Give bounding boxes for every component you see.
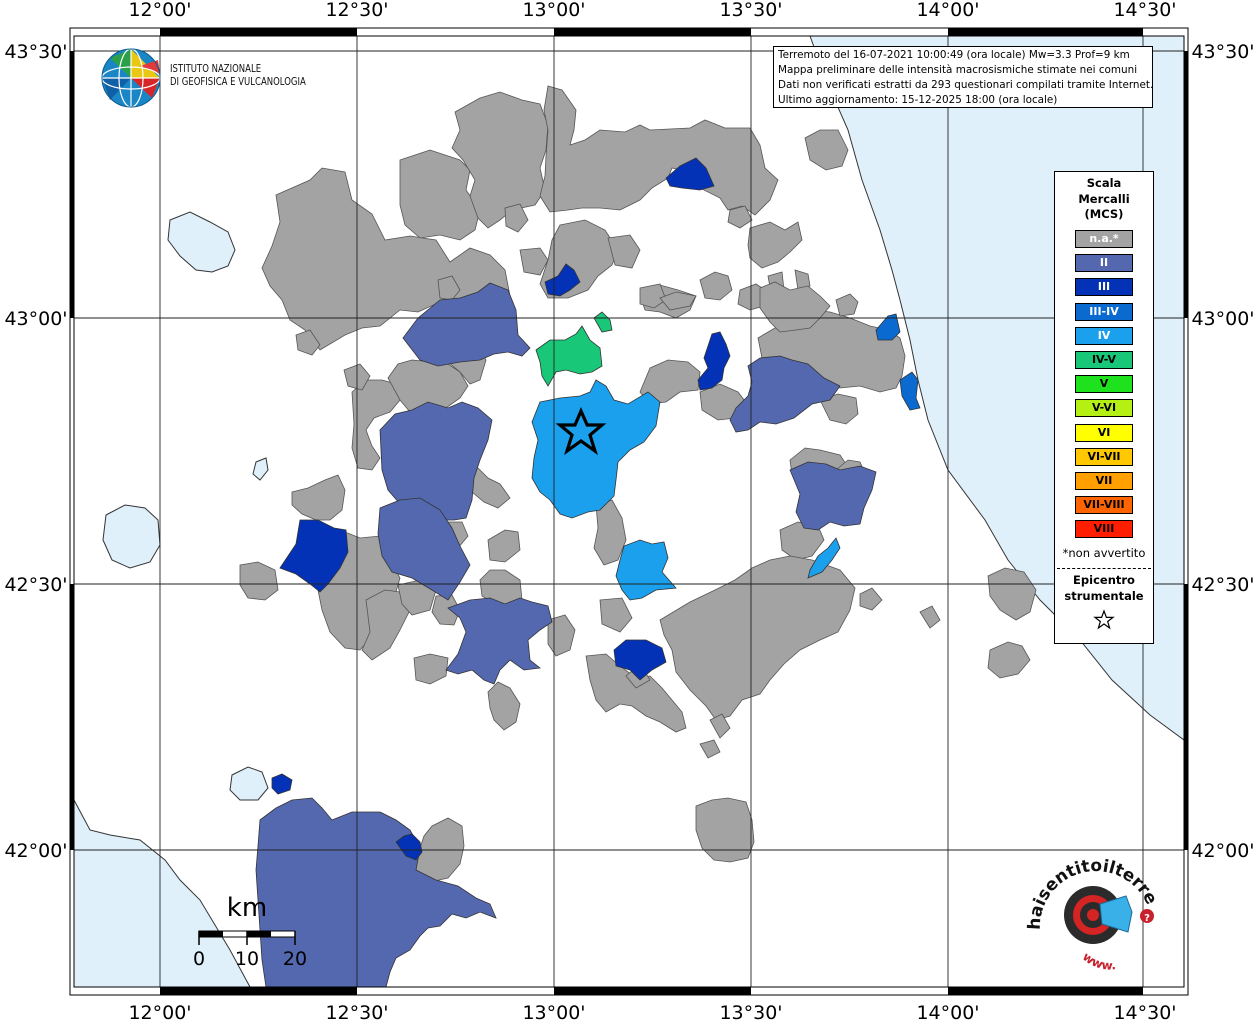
lat-label-left-3: 42°30' (4, 574, 67, 596)
lon-label-bottom-4: 13°30' (719, 1002, 782, 1024)
lat-label-left-1: 43°30' (4, 41, 67, 63)
ingv-globe-icon (101, 48, 161, 108)
legend-swatch: II (1075, 254, 1133, 273)
legend-separator (1057, 568, 1151, 569)
lon-label-top-1: 12°00' (128, 0, 191, 21)
event-info-line-3: Dati non verificati estratti da 293 ques… (778, 79, 1154, 91)
svg-text:?: ? (1144, 913, 1150, 924)
lon-label-top-6: 14°30' (1113, 0, 1176, 21)
legend-title-3: (MCS) (1084, 207, 1124, 221)
legend-swatch: VI-VII (1075, 447, 1133, 466)
legend-swatch: III (1075, 278, 1133, 297)
scale-tick-0: 0 (193, 948, 205, 970)
legend-title: Scala Mercalli (MCS) (1055, 176, 1153, 223)
ingv-line-2: DI GEOFISICA E VULCANOLOGIA (170, 76, 306, 88)
legend-swatch: VII (1075, 472, 1133, 490)
legend-title-1: Scala (1086, 176, 1122, 190)
legend-swatch: VII-VIII (1075, 496, 1133, 515)
legend-epicenter-line-2: strumentale (1064, 589, 1144, 603)
lon-label-bottom-2: 12°30' (325, 1002, 388, 1024)
lake-bolsena (102, 504, 161, 569)
event-info-line-2: Mappa preliminare delle intensità macros… (778, 64, 1138, 76)
lon-label-bottom-6: 14°30' (1113, 1002, 1176, 1024)
legend-epicenter: Epicentro strumentale (1055, 572, 1153, 604)
lat-label-left-4: 42°00' (4, 840, 67, 862)
lon-label-top-3: 13°00' (522, 0, 585, 21)
legend-note: *non avvertito (1062, 546, 1146, 560)
legend-swatch: V (1075, 375, 1133, 394)
ingv-logo-text: ISTITUTO NAZIONALE DI GEOFISICA E VULCAN… (170, 63, 306, 89)
legend-title-2: Mercalli (1078, 191, 1130, 206)
legend-swatch: V-VI (1075, 399, 1133, 418)
legend-swatch: III-IV (1075, 302, 1133, 321)
legend-epicenter-line-1: Epicentro (1073, 573, 1135, 587)
lon-label-top-2: 12°30' (325, 0, 388, 21)
lat-label-right-3: 42°30' (1191, 574, 1254, 596)
legend-swatch: n.a.* (1075, 230, 1133, 248)
lon-label-top-4: 13°30' (719, 0, 782, 21)
mcs-legend: Scala Mercalli (MCS) n.a.* II III III-IV IV I… (1054, 171, 1154, 644)
lat-label-right-4: 42°00' (1191, 840, 1254, 862)
lat-label-left-2: 43°00' (4, 308, 67, 330)
scale-unit: km (227, 893, 267, 923)
lon-label-top-5: 14°00' (916, 0, 979, 21)
legend-swatch: IV (1075, 326, 1133, 345)
legend-swatch: IV-V (1075, 351, 1133, 369)
legend-swatch: VI (1075, 423, 1133, 442)
lon-label-bottom-3: 13°00' (522, 1002, 585, 1024)
legend-star-icon (1093, 609, 1115, 630)
scale-tick-10: 10 (235, 948, 259, 970)
lon-label-bottom-1: 12°00' (128, 1002, 191, 1024)
event-info-line-4: Ultimo aggiornamento: 15-12-2025 18:00 (… (778, 94, 1058, 106)
lat-label-right-1: 43°30' (1191, 41, 1254, 63)
scale-tick-20: 20 (283, 948, 307, 970)
lon-label-bottom-5: 14°00' (916, 1002, 979, 1024)
event-info-line-1: Terremoto del 16-07-2021 10:00:49 (ora l… (778, 49, 1130, 61)
lat-label-right-2: 43°00' (1191, 308, 1254, 330)
event-info-box: Terremoto del 16-07-2021 10:00:49 (ora l… (773, 46, 1153, 108)
ingv-line-1: ISTITUTO NAZIONALE (170, 63, 262, 75)
legend-swatch: VIII (1075, 520, 1133, 539)
